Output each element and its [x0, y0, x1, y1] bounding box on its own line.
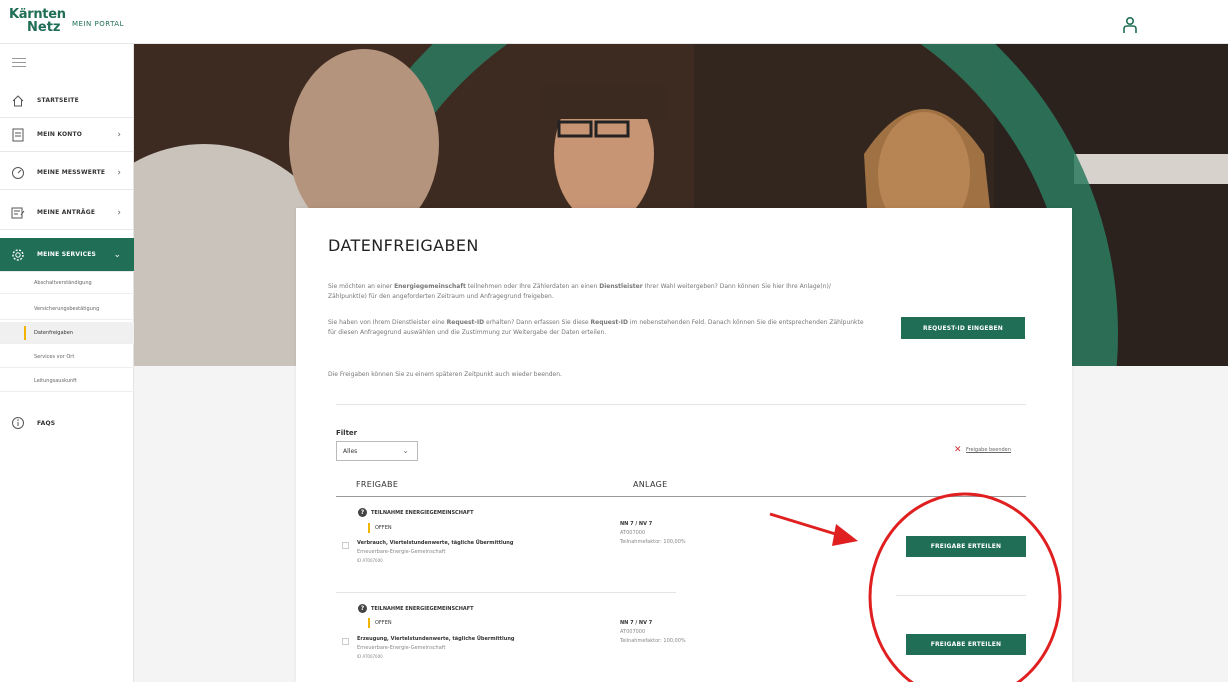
- close-icon[interactable]: ✕: [954, 445, 962, 455]
- sidebar-item-meine-services[interactable]: MEINE SERVICES ⌄: [0, 238, 134, 272]
- sidebar: STARTSEITE MEIN KONTO › MEINE MESSWERTE …: [0, 44, 134, 682]
- sidebar-subitem-versicherungsbestaetigung[interactable]: Versicherungsbestätigung: [0, 298, 134, 320]
- filter-select-value: Alles: [343, 447, 358, 455]
- freigabe-erteilen-button[interactable]: FREIGABE ERTEILEN: [906, 634, 1026, 655]
- row-divider: [896, 595, 1026, 596]
- end-info-paragraph: Die Freigaben können Sie zu einem später…: [328, 371, 562, 378]
- top-bar: Kärnten Netz MEIN PORTAL: [0, 0, 1228, 44]
- sidebar-item-startseite[interactable]: STARTSEITE: [0, 84, 134, 118]
- row-checkbox[interactable]: [342, 638, 349, 645]
- anlage-name: NN 7 / NV 7: [620, 521, 653, 527]
- request-id-paragraph: Sie haben von Ihrem Dienstleister eine R…: [328, 318, 868, 338]
- sidebar-item-faqs[interactable]: FAQS: [0, 406, 134, 440]
- chevron-right-icon: ›: [117, 167, 121, 178]
- request-id-button[interactable]: REQUEST-ID EINGEBEN: [901, 317, 1025, 339]
- sidebar-item-label: MEIN KONTO: [37, 131, 83, 138]
- home-icon: [10, 93, 26, 109]
- sidebar-subitem-datenfreigaben[interactable]: Datenfreigaben: [0, 322, 134, 344]
- anlage-id: AT007000: [620, 629, 646, 635]
- page-title: DATENFREIGABEN: [328, 236, 479, 255]
- column-header-freigabe: FREIGABE: [356, 480, 399, 489]
- request-text: Sie haben von Ihrem Dienstleister eine: [328, 319, 447, 326]
- info-icon: [10, 415, 26, 431]
- chevron-right-icon: ›: [117, 207, 121, 218]
- row-checkbox[interactable]: [342, 542, 349, 549]
- form-icon: [10, 205, 26, 221]
- request-text: erhalten? Dann erfassen Sie diese: [484, 319, 591, 326]
- help-icon[interactable]: ?: [358, 508, 367, 517]
- sidebar-item-label: MEINE MESSWERTE: [37, 169, 106, 176]
- user-icon[interactable]: [1122, 16, 1138, 34]
- chevron-down-icon: ⌄: [402, 446, 409, 455]
- clear-filter-link[interactable]: Freigabe beenden: [966, 447, 1011, 453]
- anlage-factor: Teilnahmefaktor: 100,00%: [620, 638, 686, 644]
- sidebar-subitem-leitungsauskunft[interactable]: Leitungsauskunft: [0, 370, 134, 392]
- sidebar-item-meine-antraege[interactable]: MEINE ANTRÄGE ›: [0, 196, 134, 230]
- sidebar-subitem-abschaltverstaendigung[interactable]: Abschaltverständigung: [0, 272, 134, 294]
- status-badge: OFFEN: [368, 523, 392, 533]
- row-community: Erneuerbare-Energie-Gemeinschaft: [357, 645, 446, 651]
- sidebar-item-mein-konto[interactable]: MEIN KONTO ›: [0, 118, 134, 152]
- kaernten-netz-logo[interactable]: Kärnten Netz: [9, 8, 69, 40]
- portal-title: MEIN PORTAL: [72, 20, 124, 28]
- row-divider: [336, 592, 676, 593]
- filter-select[interactable]: Alles ⌄: [336, 441, 418, 461]
- chevron-down-icon: ⌄: [113, 249, 121, 260]
- sidebar-item-label: MEINE SERVICES: [37, 251, 97, 258]
- sidebar-item-label: MEINE ANTRÄGE: [37, 209, 96, 216]
- column-header-anlage: ANLAGE: [633, 480, 668, 489]
- status-badge: OFFEN: [368, 618, 392, 628]
- row-id: ID AT007000: [357, 558, 383, 563]
- gear-icon: [10, 247, 26, 263]
- gauge-icon: [10, 165, 26, 181]
- intro-text: Sie möchten an einer: [328, 283, 395, 290]
- logo-line2: Netz: [27, 20, 61, 35]
- row-type: TEILNAHME ENERGIEGEMEINSCHAFT: [371, 510, 474, 516]
- anlage-factor: Teilnahmefaktor: 100,00%: [620, 539, 686, 545]
- sidebar-subitem-services-vor-ort[interactable]: Services vor Ort: [0, 346, 134, 368]
- anlage-id: AT007000: [620, 530, 646, 536]
- intro-paragraph: Sie möchten an einer Energiegemeinschaft…: [328, 282, 868, 302]
- sidebar-item-label: FAQS: [37, 419, 56, 427]
- main-content-card: DATENFREIGABEN Sie möchten an einer Ener…: [296, 208, 1072, 682]
- anlage-name: NN 7 / NV 7: [620, 620, 653, 626]
- row-id: ID AT007000: [357, 654, 383, 659]
- document-icon: [10, 127, 26, 143]
- freigabe-erteilen-button[interactable]: FREIGABE ERTEILEN: [906, 536, 1026, 557]
- table-header-divider: [336, 496, 1026, 497]
- request-bold-term: Request-ID: [590, 319, 628, 326]
- sidebar-item-meine-messwerte[interactable]: MEINE MESSWERTE ›: [0, 156, 134, 190]
- request-bold-term: Request-ID: [446, 319, 485, 326]
- divider: [336, 404, 1026, 405]
- intro-text: teilnehmen oder Ihre Zählerdaten an eine…: [465, 283, 600, 290]
- intro-bold-term: Dienstleister: [599, 283, 643, 290]
- chevron-right-icon: ›: [117, 129, 121, 140]
- intro-bold-term: Energiegemeinschaft: [394, 283, 466, 290]
- hamburger-menu-icon[interactable]: [12, 58, 26, 68]
- help-icon[interactable]: ?: [358, 604, 367, 613]
- filter-label: Filter: [336, 429, 358, 437]
- sidebar-item-label: STARTSEITE: [37, 97, 79, 104]
- row-description: Verbrauch, Viertelstundenwerte, tägliche…: [357, 540, 514, 546]
- row-description: Erzeugung, Viertelstundenwerte, tägliche…: [357, 636, 515, 642]
- row-type: TEILNAHME ENERGIEGEMEINSCHAFT: [371, 606, 474, 612]
- row-community: Erneuerbare-Energie-Gemeinschaft: [357, 549, 446, 555]
